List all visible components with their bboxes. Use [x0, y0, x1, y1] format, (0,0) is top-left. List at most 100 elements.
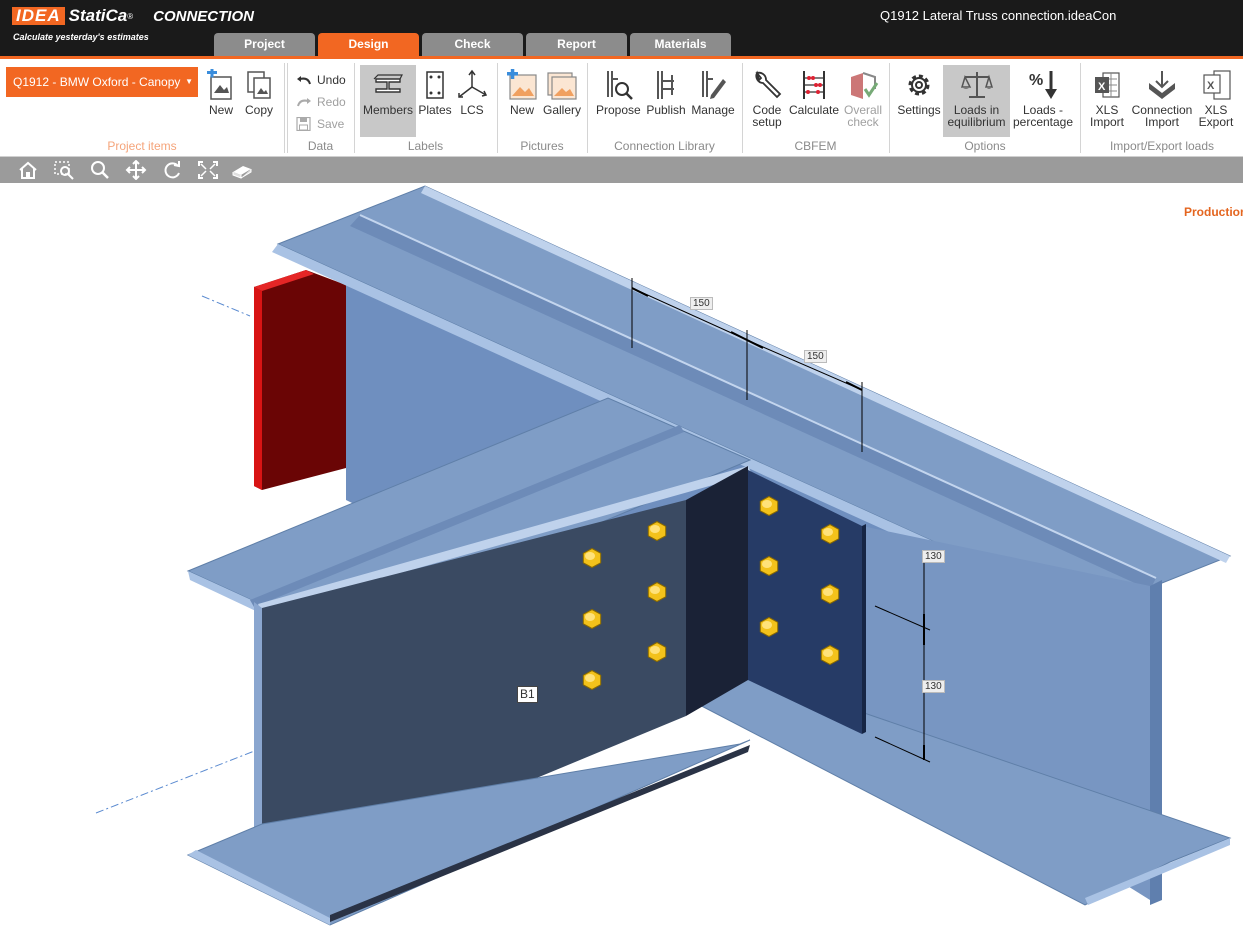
tab-design[interactable]: Design: [318, 33, 419, 56]
tab-materials[interactable]: Materials: [630, 33, 731, 56]
bolt-head: [582, 547, 602, 569]
publish-icon: [657, 71, 674, 99]
xls-import-button[interactable]: X XLS Import: [1086, 65, 1128, 137]
plate-icon: [426, 71, 444, 99]
chevron-down-icon: ▼: [185, 77, 193, 86]
pan-icon[interactable]: [125, 160, 147, 180]
save-icon: [296, 117, 311, 131]
propose-search-icon: [607, 71, 633, 100]
code-setup-label-line2: setup: [752, 115, 782, 129]
connection-import-label-line2: Import: [1144, 115, 1179, 129]
import-export-group-label: Import/Export loads: [1109, 139, 1215, 153]
pictures-group-label: Pictures: [520, 139, 564, 153]
gallery-icon: [547, 72, 577, 100]
propose-button[interactable]: Propose: [596, 65, 641, 137]
tab-check[interactable]: Check: [422, 33, 523, 56]
wrench-icon: [755, 70, 782, 99]
loads-percentage-button[interactable]: % Loads - percentage: [1012, 65, 1074, 137]
publish-button[interactable]: Publish: [644, 65, 688, 137]
gallery-button[interactable]: Gallery: [542, 65, 582, 137]
settings-button[interactable]: Settings: [896, 65, 942, 137]
eraser-icon[interactable]: [231, 160, 253, 180]
bolt-head: [759, 495, 779, 517]
new-project-item-button[interactable]: New: [203, 65, 239, 137]
tab-project[interactable]: Project: [214, 33, 315, 56]
calculate-label: Calculate: [788, 103, 840, 117]
bolt-head: [582, 608, 602, 630]
ribbon: Q1912 - BMW Oxford - Canopy ▼ New Copy P…: [0, 59, 1243, 157]
xls-import-label-line2: Import: [1089, 115, 1124, 129]
copy-icon: [247, 71, 271, 99]
options-group-label: Options: [964, 139, 1006, 153]
loads-in-equilibrium-button[interactable]: Loads in equilibrium: [943, 65, 1010, 137]
logo-registered-mark: ®: [127, 11, 134, 21]
plates-label: Plates: [418, 103, 452, 117]
window-title: Q1912 Lateral Truss connection.ideaCon: [880, 8, 1117, 23]
project-items-group-label: Project items: [107, 139, 177, 153]
xls-export-button[interactable]: X XLS Export: [1196, 65, 1236, 137]
member-axis-line: [95, 747, 263, 814]
rotate-icon[interactable]: [161, 160, 183, 180]
plates-labels-button[interactable]: Plates: [418, 65, 452, 137]
red-end-plate: [254, 270, 346, 490]
settings-label: Settings: [897, 103, 941, 117]
dimension-label: 150: [804, 350, 827, 363]
loads-percentage-label-line2: percentage: [1012, 115, 1074, 129]
group-project-items: Q1912 - BMW Oxford - Canopy ▼ New Copy P…: [0, 59, 284, 156]
balance-scale-icon: [960, 72, 993, 98]
lcs-labels-button[interactable]: LCS: [454, 65, 490, 137]
new-picture-label: New: [509, 103, 534, 117]
dimension-label: 130: [922, 680, 945, 693]
calculate-button[interactable]: Calculate: [788, 65, 840, 137]
title-bar: IDEA StatiCa ® CONNECTION Calculate yest…: [0, 0, 1243, 56]
member-label-b1[interactable]: B1: [517, 686, 538, 703]
fit-view-icon[interactable]: [197, 160, 219, 180]
cbfem-group-label: CBFEM: [794, 139, 837, 153]
logo-statica: StatiCa: [68, 6, 128, 25]
redo-button[interactable]: Redo: [296, 92, 346, 112]
connection-import-button[interactable]: Connection Import: [1130, 65, 1194, 137]
undo-icon: [297, 76, 311, 85]
bolt-head: [759, 616, 779, 638]
zoom-window-icon[interactable]: [53, 160, 75, 180]
bolt-head: [759, 555, 779, 577]
tab-report[interactable]: Report: [526, 33, 627, 56]
app-logo: IDEA StatiCa ® CONNECTION: [12, 6, 254, 26]
lcs-label: LCS: [460, 103, 484, 117]
undo-button[interactable]: Undo: [296, 70, 346, 90]
excel-export-icon: X: [1203, 70, 1231, 100]
redo-label: Redo: [317, 95, 346, 109]
labels-group-label: Labels: [407, 139, 444, 153]
new-picture-icon: [507, 69, 537, 100]
xls-export-label-line2: Export: [1198, 115, 1234, 129]
new-picture-button[interactable]: New: [504, 65, 540, 137]
connection-library-group-label: Connection Library: [614, 139, 715, 153]
axes-icon: [458, 69, 488, 98]
bolt-head: [582, 669, 602, 691]
manage-button[interactable]: Manage: [690, 65, 736, 137]
gallery-label: Gallery: [542, 103, 581, 117]
3d-viewport[interactable]: Production 150 150 130 130 B1: [0, 183, 1243, 938]
tagline: Calculate yesterday's estimates: [13, 32, 149, 42]
copy-project-item-button[interactable]: Copy: [242, 65, 276, 137]
new-project-item-label: New: [208, 103, 233, 117]
logo-idea: IDEA: [12, 7, 65, 25]
connection-import-icon: [1149, 71, 1175, 99]
zoom-icon[interactable]: [89, 160, 111, 180]
percentage-icon: %: [1029, 71, 1057, 99]
project-item-select[interactable]: Q1912 - BMW Oxford - Canopy ▼: [6, 67, 198, 97]
overall-check-button[interactable]: Overall check: [842, 65, 884, 137]
save-button[interactable]: Save: [296, 114, 344, 134]
members-label: Members: [362, 103, 413, 117]
member-axis-line: [201, 295, 251, 317]
code-setup-button[interactable]: Code setup: [748, 65, 786, 137]
abacus-icon: [803, 71, 825, 99]
copy-project-item-label: Copy: [244, 103, 273, 117]
bolt-head: [647, 581, 667, 603]
dimension-label: 130: [922, 550, 945, 563]
dimension-label: 150: [690, 297, 713, 310]
members-labels-button[interactable]: Members: [360, 65, 416, 137]
propose-label: Propose: [596, 103, 641, 117]
svg-text:%: %: [1029, 72, 1043, 89]
home-icon[interactable]: [17, 160, 39, 180]
